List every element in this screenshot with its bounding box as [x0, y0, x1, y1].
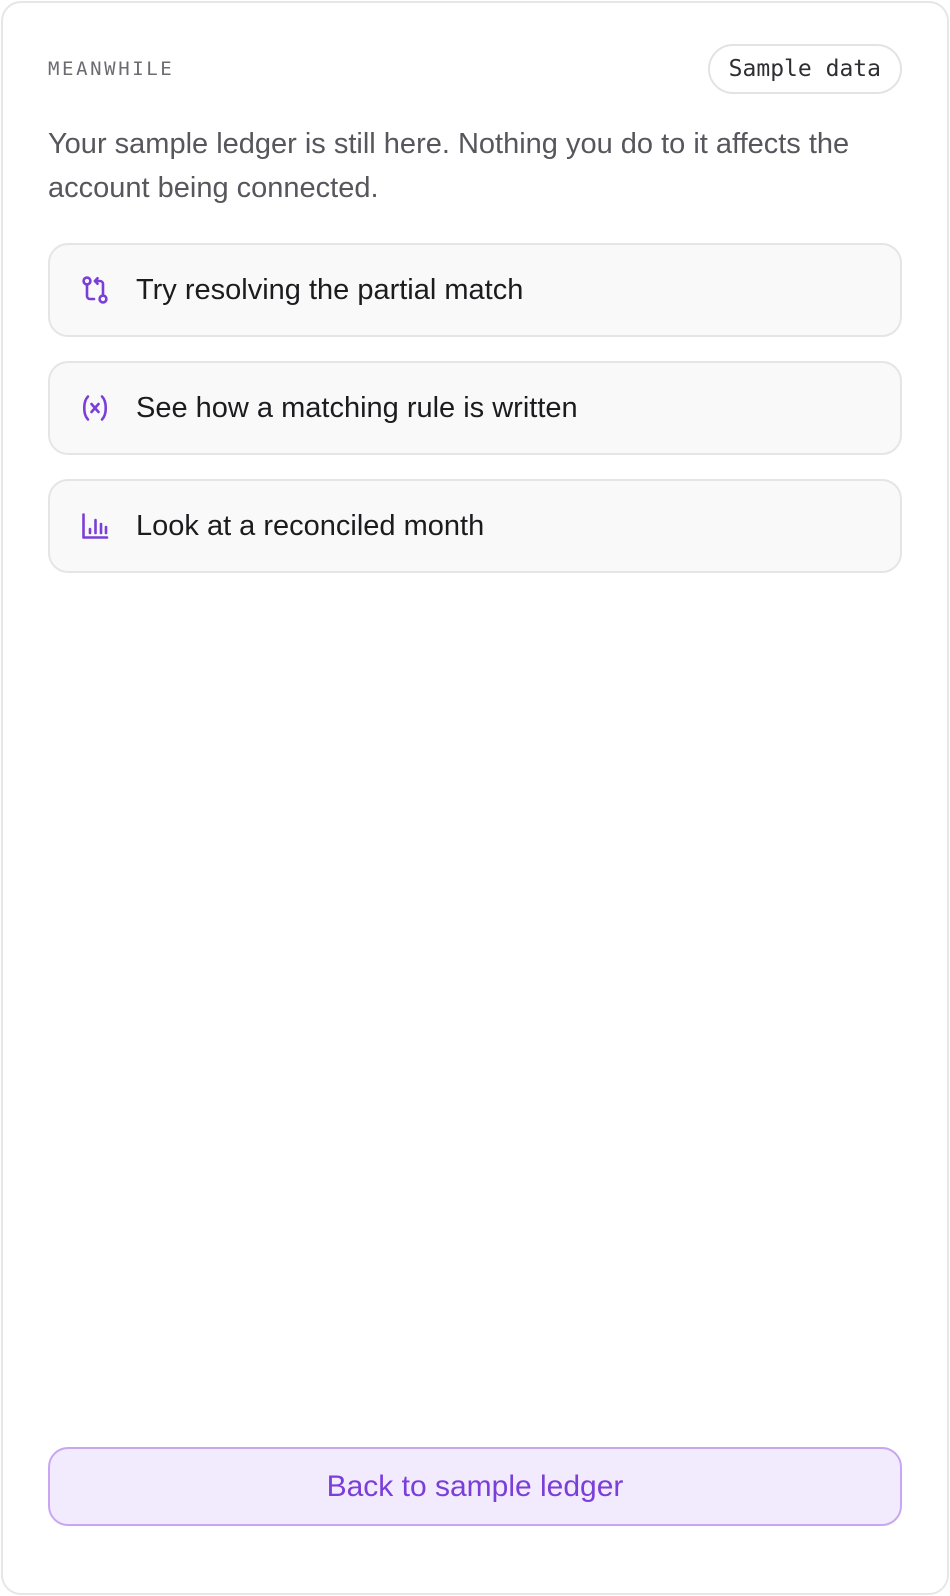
- git-pull-request-icon: [79, 274, 111, 306]
- action-label: See how a matching rule is written: [136, 391, 578, 424]
- variable-icon: [79, 392, 111, 424]
- action-matching-rule[interactable]: See how a matching rule is written: [48, 361, 902, 455]
- section-eyebrow: MEANWHILE: [48, 58, 175, 80]
- action-reconciled-month[interactable]: Look at a reconciled month: [48, 479, 902, 573]
- intro-text: Your sample ledger is still here. Nothin…: [48, 128, 850, 204]
- action-resolve-partial-match[interactable]: Try resolving the partial match: [48, 243, 902, 337]
- sample-data-badge: Sample data: [707, 44, 902, 94]
- meanwhile-panel: MEANWHILE Sample data Your sample ledger…: [1, 1, 949, 1595]
- action-list: Try resolving the partial match See how …: [48, 243, 902, 573]
- action-label: Try resolving the partial match: [136, 273, 524, 306]
- action-label: Look at a reconciled month: [136, 509, 485, 542]
- back-to-sample-ledger-button[interactable]: Back to sample ledger: [48, 1447, 902, 1526]
- bar-chart-icon: [79, 510, 111, 542]
- panel-header: MEANWHILE Sample data: [48, 44, 902, 94]
